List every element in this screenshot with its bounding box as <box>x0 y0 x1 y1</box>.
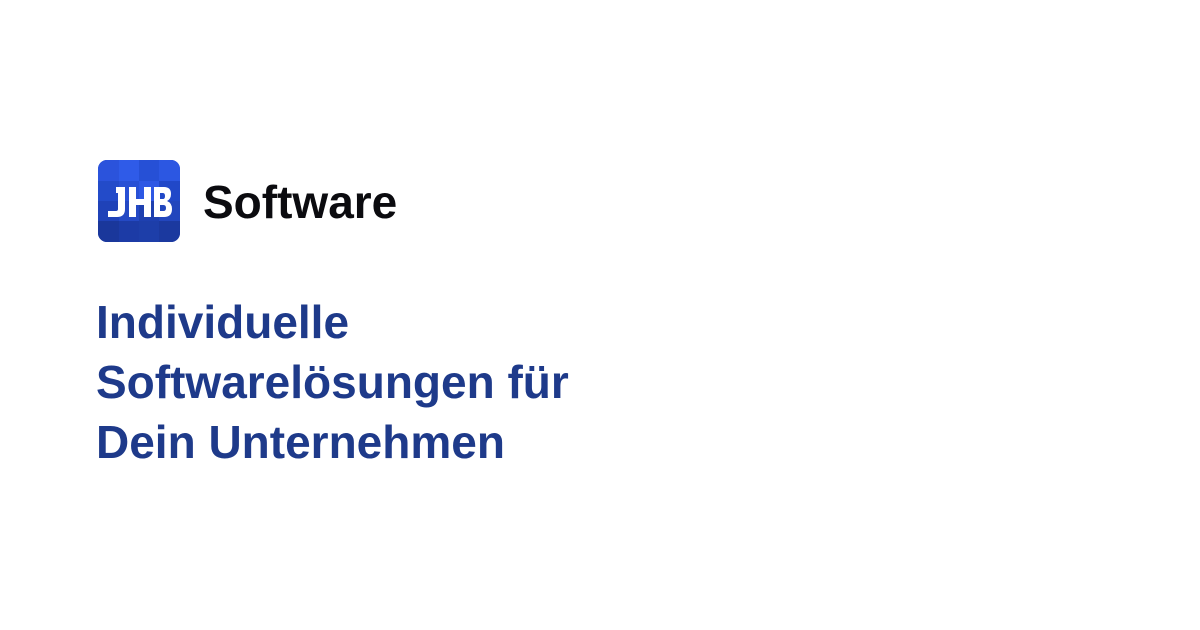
jhb-logo <box>98 160 180 242</box>
headline-line-2: Softwarelösungen für <box>96 356 569 408</box>
jhb-logo-mark <box>98 160 180 242</box>
headline-line-1: Individuelle <box>96 296 350 348</box>
brand-lockup: Software <box>98 160 397 242</box>
headline: Individuelle Softwarelösungen für Dein U… <box>96 292 569 472</box>
social-card: Software Individuelle Softwarelösungen f… <box>0 0 1200 630</box>
brand-name: Software <box>203 176 398 228</box>
headline-line-3: Dein Unternehmen <box>96 416 505 468</box>
